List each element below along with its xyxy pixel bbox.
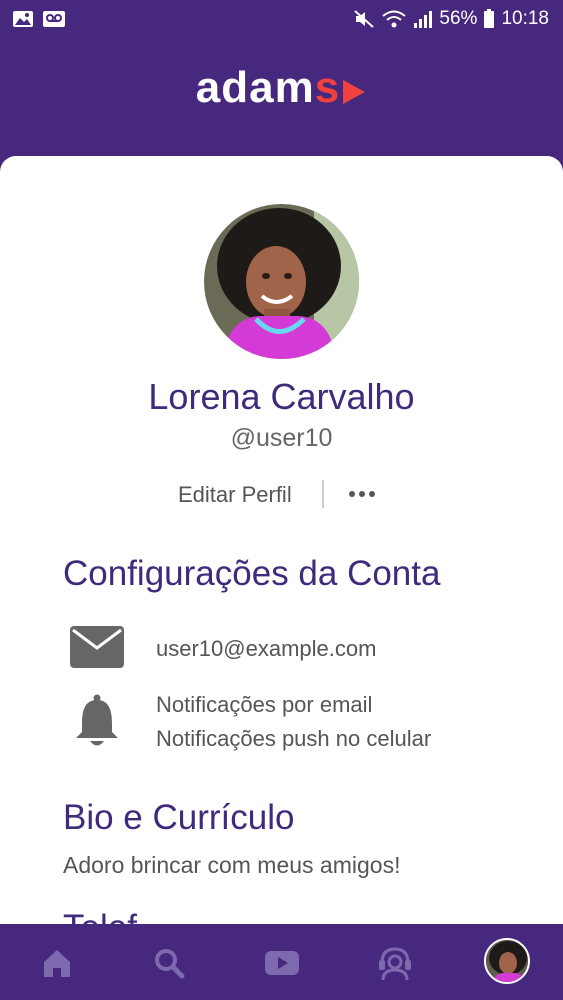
home-icon[interactable] <box>32 938 82 988</box>
profile-name: Lorena Carvalho <box>148 376 415 417</box>
notification-bell-icon <box>74 694 120 755</box>
logo-play-icon <box>341 77 367 112</box>
status-bar: 56% 10:18 <box>0 0 563 40</box>
profile-avatar[interactable] <box>204 204 359 359</box>
push-notifications-item[interactable]: Notificações push no celular <box>156 722 431 756</box>
video-icon[interactable] <box>257 938 307 988</box>
logo-text: adam <box>195 63 315 112</box>
mute-icon <box>353 9 375 29</box>
voicemail-icon <box>42 10 66 33</box>
battery-percent: 56% <box>439 8 478 29</box>
bio-text: Adoro brincar com meus amigos! <box>63 852 401 878</box>
battery-icon <box>483 9 495 29</box>
next-section-title: Telef <box>63 908 137 924</box>
edit-profile-button[interactable]: Editar Perfil <box>178 482 292 508</box>
clock: 10:18 <box>501 8 549 29</box>
signal-icon <box>413 9 433 29</box>
more-options-icon[interactable] <box>340 478 384 510</box>
account-settings-title: Configurações da Conta <box>63 554 441 593</box>
actions-divider <box>322 480 324 508</box>
bottom-navigation <box>0 924 563 1000</box>
profile-card: Lorena Carvalho @user10 Editar Perfil Co… <box>0 156 563 924</box>
wifi-icon <box>381 9 407 29</box>
bio-title: Bio e Currículo <box>63 798 295 837</box>
profile-avatar-nav[interactable] <box>484 938 530 984</box>
gallery-icon <box>12 10 34 33</box>
profile-actions: Editar Perfil <box>0 478 563 514</box>
email-notifications-item[interactable]: Notificações por email <box>156 688 431 722</box>
support-icon[interactable] <box>370 938 420 988</box>
logo-accent-text: s <box>314 63 341 112</box>
profile-handle: @user10 <box>230 424 333 452</box>
email-icon <box>70 626 124 673</box>
search-icon[interactable] <box>144 938 194 988</box>
app-logo: adams <box>0 66 563 112</box>
notification-settings: Notificações por email Notificações push… <box>156 688 431 756</box>
account-email: user10@example.com <box>156 636 377 661</box>
